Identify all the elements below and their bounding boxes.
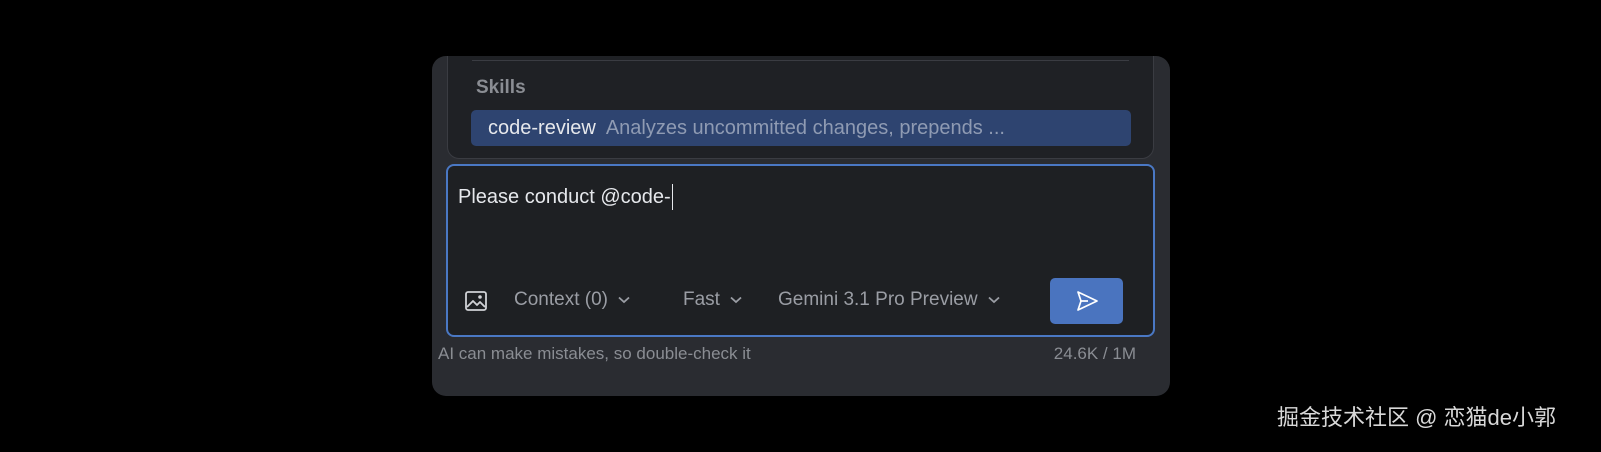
skill-description: Analyzes uncommitted changes, prepends .…: [605, 116, 1005, 139]
prompt-input-text[interactable]: Please conduct @code-: [458, 184, 673, 210]
model-dropdown[interactable]: Gemini 3.1 Pro Preview: [778, 289, 1000, 311]
speed-dropdown[interactable]: Fast: [683, 289, 742, 311]
skills-header: Skills: [476, 77, 526, 98]
image-icon[interactable]: [464, 290, 488, 312]
send-button[interactable]: [1050, 278, 1123, 324]
skill-item-code-review[interactable]: code-review Analyzes uncommitted changes…: [471, 110, 1131, 146]
skill-name: code-review: [488, 116, 596, 139]
chat-panel: Skills code-review Analyzes uncommitted …: [432, 56, 1170, 396]
chevron-down-icon: [730, 296, 742, 304]
input-toolbar: Context (0) Fast Gemini 3.1 Pro Preview: [448, 278, 1153, 324]
stage: Skills code-review Analyzes uncommitted …: [0, 0, 1601, 452]
chevron-down-icon: [618, 296, 630, 304]
text-caret: [671, 184, 673, 210]
chevron-down-icon: [987, 296, 1000, 304]
context-label: Context (0): [514, 289, 608, 310]
send-icon: [1076, 291, 1098, 311]
skills-popup: Skills code-review Analyzes uncommitted …: [447, 56, 1154, 159]
popup-divider: [472, 60, 1129, 61]
watermark: 掘金技术社区 @ 恋猫de小郭: [1276, 405, 1556, 430]
context-dropdown[interactable]: Context (0): [514, 289, 630, 311]
disclaimer-text: AI can make mistakes, so double-check it: [438, 344, 751, 363]
prompt-input-value: Please conduct @code-: [458, 185, 671, 208]
model-label: Gemini 3.1 Pro Preview: [778, 289, 978, 310]
speed-label: Fast: [683, 289, 720, 310]
token-usage: 24.6K / 1M: [1053, 344, 1136, 363]
prompt-input[interactable]: Please conduct @code- Context (0) Fast G…: [446, 164, 1155, 337]
